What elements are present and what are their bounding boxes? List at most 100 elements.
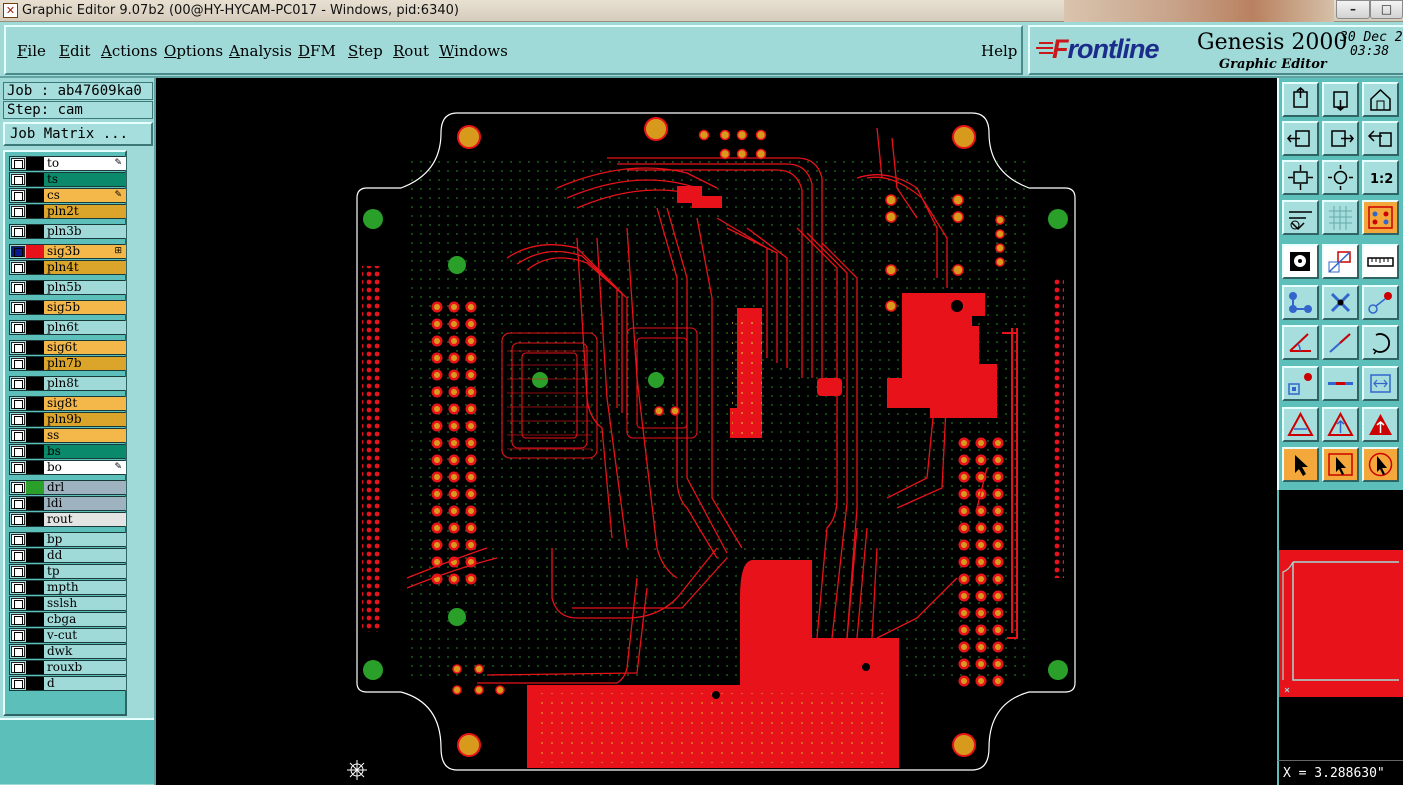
frame-button[interactable] bbox=[1362, 366, 1399, 401]
layer-checkbox[interactable] bbox=[11, 598, 25, 609]
layer-row-cs[interactable]: cs ✎ bbox=[9, 188, 126, 203]
pointer-button[interactable] bbox=[1282, 447, 1319, 482]
point-to-point-button[interactable] bbox=[1362, 285, 1399, 320]
snap-button[interactable] bbox=[1282, 244, 1319, 279]
layer-row-sig6t[interactable]: sig6t bbox=[9, 340, 126, 355]
layer-checkbox[interactable] bbox=[11, 430, 25, 441]
layer-row-drl[interactable]: drl bbox=[9, 480, 126, 495]
layer-row-v-cut[interactable]: v-cut bbox=[9, 628, 126, 643]
layer-row-ts[interactable]: ts bbox=[9, 172, 126, 187]
layer-row-bs[interactable]: bs bbox=[9, 444, 126, 459]
layer-checkbox[interactable] bbox=[11, 398, 25, 409]
layer-row-pln8t[interactable]: pln8t bbox=[9, 376, 126, 391]
layer-row-pln4t[interactable]: pln4t bbox=[9, 260, 126, 275]
pan-right-button[interactable] bbox=[1322, 121, 1359, 156]
menu-file[interactable]: File bbox=[17, 41, 46, 61]
layer-checkbox[interactable] bbox=[11, 514, 25, 525]
layer-row-rouxb[interactable]: rouxb bbox=[9, 660, 126, 675]
home-up-button[interactable] bbox=[1282, 82, 1319, 117]
layer-stack-button[interactable] bbox=[1362, 200, 1399, 235]
line-button[interactable] bbox=[1322, 325, 1359, 360]
layer-checkbox[interactable] bbox=[11, 246, 25, 257]
layer-row-to[interactable]: to ✎ bbox=[9, 156, 126, 171]
layer-checkbox[interactable] bbox=[11, 462, 25, 473]
layer-row-cbga[interactable]: cbga bbox=[9, 612, 126, 627]
menu-help[interactable]: Help bbox=[981, 41, 1017, 61]
layer-checkbox[interactable] bbox=[11, 378, 25, 389]
graphic-canvas[interactable] bbox=[157, 78, 1277, 785]
layer-checkbox[interactable] bbox=[11, 646, 25, 657]
layer-row-pln6t[interactable]: pln6t bbox=[9, 320, 126, 335]
layer-checkbox[interactable] bbox=[11, 614, 25, 625]
layer-checkbox[interactable] bbox=[11, 534, 25, 545]
pointer-circle-button[interactable] bbox=[1362, 447, 1399, 482]
layer-checkbox[interactable] bbox=[11, 322, 25, 333]
triangle-button[interactable] bbox=[1282, 407, 1319, 442]
layer-row-sig3b[interactable]: sig3b ⊞ bbox=[9, 244, 126, 259]
layer-row-ss[interactable]: ss bbox=[9, 428, 126, 443]
layer-checkbox[interactable] bbox=[11, 342, 25, 353]
layer-checkbox[interactable] bbox=[11, 414, 25, 425]
layer-row-d[interactable]: d bbox=[9, 676, 126, 691]
cross-button[interactable] bbox=[1322, 285, 1359, 320]
ruler-button[interactable] bbox=[1362, 244, 1399, 279]
layer-row-sslsh[interactable]: sslsh bbox=[9, 596, 126, 611]
layer-checkbox[interactable] bbox=[11, 158, 25, 169]
job-matrix-button[interactable]: Job Matrix ... bbox=[3, 122, 153, 146]
layer-row-bo[interactable]: bo ✎ bbox=[9, 460, 126, 475]
layer-row-sig5b[interactable]: sig5b bbox=[9, 300, 126, 315]
layer-checkbox[interactable] bbox=[11, 582, 25, 593]
layer-checkbox[interactable] bbox=[11, 174, 25, 185]
layer-checkbox[interactable] bbox=[11, 358, 25, 369]
pcb-view[interactable] bbox=[157, 78, 1277, 785]
layer-checkbox[interactable] bbox=[11, 678, 25, 689]
triangle-fill-button[interactable] bbox=[1362, 407, 1399, 442]
overview-thumbnail[interactable] bbox=[1277, 490, 1403, 760]
layer-checkbox[interactable] bbox=[11, 302, 25, 313]
layer-checkbox[interactable] bbox=[11, 226, 25, 237]
grid-button[interactable] bbox=[1322, 200, 1359, 235]
home-down-button[interactable] bbox=[1322, 82, 1359, 117]
layer-checkbox[interactable] bbox=[11, 262, 25, 273]
menu-edit[interactable]: Edit bbox=[59, 41, 90, 61]
menu-options[interactable]: Options bbox=[164, 41, 223, 61]
layer-row-rout[interactable]: rout bbox=[9, 512, 126, 527]
layer-row-bp[interactable]: bp bbox=[9, 532, 126, 547]
connect-button[interactable] bbox=[1282, 285, 1319, 320]
menu-windows[interactable]: Windows bbox=[439, 41, 508, 61]
minimize-button[interactable]: – bbox=[1336, 0, 1370, 19]
angle-button[interactable] bbox=[1282, 325, 1319, 360]
pan-left-button[interactable] bbox=[1282, 121, 1319, 156]
pointer-box-button[interactable] bbox=[1322, 447, 1359, 482]
arc-button[interactable] bbox=[1362, 325, 1399, 360]
layer-checkbox[interactable] bbox=[11, 282, 25, 293]
layer-checkbox[interactable] bbox=[11, 566, 25, 577]
rect-select-button[interactable] bbox=[1322, 244, 1359, 279]
zoom-1to2-button[interactable]: 1:2 bbox=[1362, 160, 1399, 195]
menu-analysis[interactable]: Analysis bbox=[229, 41, 292, 61]
maximize-button[interactable]: □ bbox=[1370, 0, 1403, 19]
layer-checkbox[interactable] bbox=[11, 482, 25, 493]
triangle-up-button[interactable] bbox=[1322, 407, 1359, 442]
home-button[interactable] bbox=[1362, 82, 1399, 117]
measure-button[interactable] bbox=[1282, 200, 1319, 235]
layer-checkbox[interactable] bbox=[11, 190, 25, 201]
layer-row-pln9b[interactable]: pln9b bbox=[9, 412, 126, 427]
zoom-back-button[interactable] bbox=[1362, 121, 1399, 156]
menu-step[interactable]: Step bbox=[348, 41, 383, 61]
layer-row-dd[interactable]: dd bbox=[9, 548, 126, 563]
zoom-fit-button[interactable] bbox=[1282, 160, 1319, 195]
layer-row-pln3b[interactable]: pln3b bbox=[9, 224, 126, 239]
layer-row-dwk[interactable]: dwk bbox=[9, 644, 126, 659]
pad-move-button[interactable] bbox=[1282, 366, 1319, 401]
layer-row-mpth[interactable]: mpth bbox=[9, 580, 126, 595]
layer-checkbox[interactable] bbox=[11, 662, 25, 673]
layer-checkbox[interactable] bbox=[11, 446, 25, 457]
layer-row-ldi[interactable]: ldi bbox=[9, 496, 126, 511]
layer-row-pln5b[interactable]: pln5b bbox=[9, 280, 126, 295]
menu-rout[interactable]: Rout bbox=[393, 41, 429, 61]
menu-actions[interactable]: Actions bbox=[101, 41, 157, 61]
layer-checkbox[interactable] bbox=[11, 206, 25, 217]
line-cut-button[interactable] bbox=[1322, 366, 1359, 401]
menu-dfm[interactable]: DFM bbox=[298, 41, 336, 61]
